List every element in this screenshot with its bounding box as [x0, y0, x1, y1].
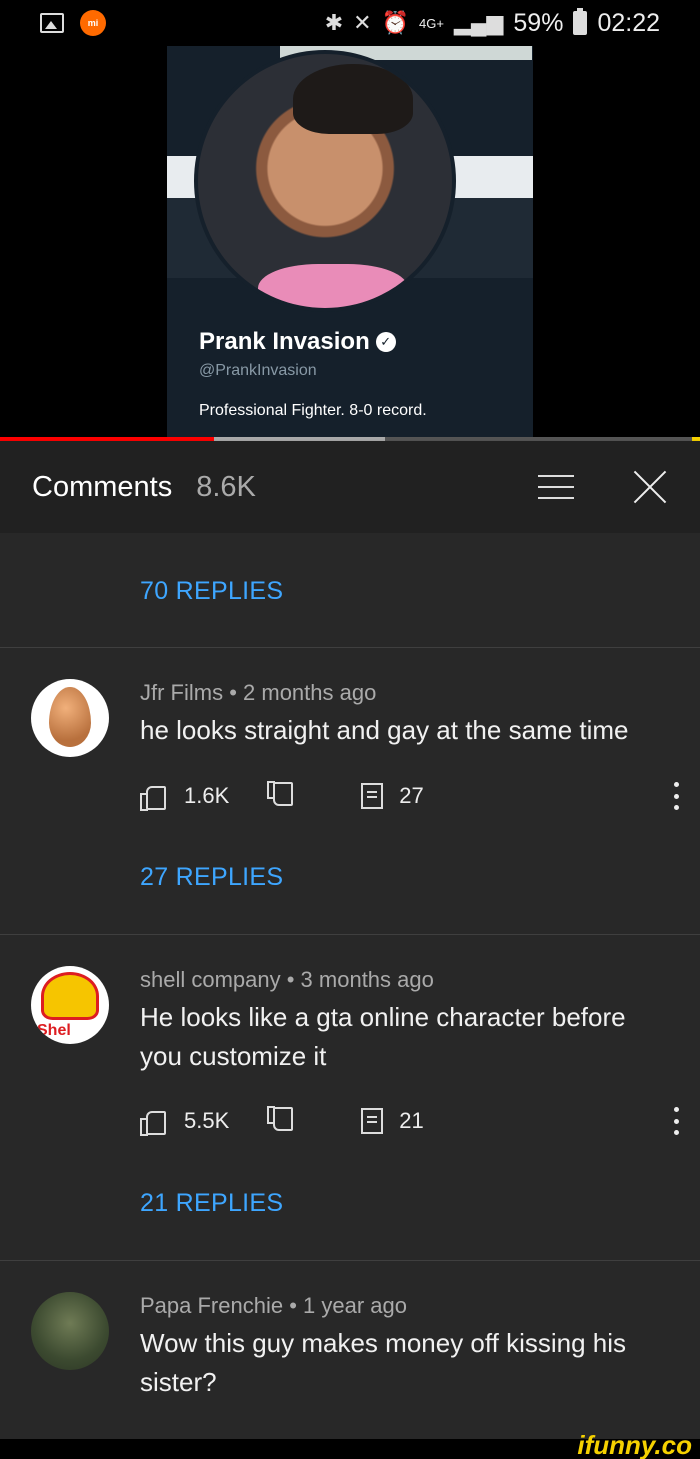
shell-avatar[interactable]: Shel	[31, 966, 109, 1044]
video-player[interactable]: Prank Invasion ✓ @PrankInvasion Professi…	[0, 46, 700, 438]
divider	[0, 1260, 700, 1261]
reply-icon[interactable]	[361, 783, 384, 809]
soldier-avatar[interactable]	[31, 1292, 109, 1370]
comments-title: Comments	[32, 470, 173, 503]
video-frame: Prank Invasion ✓ @PrankInvasion Professi…	[167, 46, 533, 438]
comment-actions: 1.6K 27	[140, 779, 680, 813]
reply-count: 21	[399, 1108, 424, 1133]
like-count: 1.6K	[184, 783, 230, 808]
comments-header: Comments 8.6K	[0, 441, 700, 533]
egg-image	[49, 687, 91, 747]
view-replies-button[interactable]: 27 REPLIES	[140, 863, 283, 892]
more-options-icon[interactable]	[674, 782, 680, 810]
mute-icon: ✕	[353, 10, 372, 35]
gallery-icon	[40, 13, 64, 33]
dislike-icon[interactable]	[267, 1109, 293, 1133]
divider	[0, 934, 700, 935]
profile-name: Prank Invasion ✓	[199, 328, 396, 356]
view-replies-button[interactable]: 21 REPLIES	[140, 1189, 283, 1218]
like-icon[interactable]	[140, 1109, 166, 1136]
view-replies-button[interactable]: 70 REPLIES	[140, 577, 283, 606]
network-type: 4G+	[419, 15, 444, 31]
comment-meta: shell company • 3 months ago	[140, 967, 434, 992]
egg-avatar[interactable]	[31, 679, 109, 757]
divider	[0, 647, 700, 648]
avatar-shirt	[258, 264, 408, 308]
profile-avatar	[194, 50, 456, 312]
like-count: 5.5K	[184, 1108, 230, 1133]
mi-icon: mi	[80, 10, 106, 36]
more-options-icon[interactable]	[674, 1107, 680, 1135]
comment-actions: 5.5K 21	[140, 1104, 680, 1138]
comments-list[interactable]: 70 REPLIES Jfr Films • 2 months ago he l…	[0, 533, 700, 1439]
profile-bio: Professional Fighter. 8-0 record.	[199, 402, 427, 419]
avatar-hair	[293, 64, 413, 134]
comment-text: He looks like a gta online character bef…	[140, 1002, 626, 1071]
comment-text: Wow this guy makes money off kissing his…	[140, 1328, 627, 1397]
signal-icon: ▂▄▆	[453, 10, 504, 35]
comment-meta: Papa Frenchie • 1 year ago	[140, 1293, 407, 1318]
sort-filter-icon[interactable]	[538, 471, 574, 503]
bluetooth-icon: ✱	[324, 10, 344, 35]
reply-count: 27	[399, 783, 424, 808]
battery-percent: 59%	[513, 8, 564, 37]
reply-icon[interactable]	[361, 1108, 384, 1134]
status-bar: mi ✱ ✕ ⏰ 4G+ ▂▄▆ 59% 02:22	[0, 0, 700, 46]
comments-count: 8.6K	[196, 470, 256, 503]
shell-logo-text: Shel	[37, 1022, 71, 1039]
battery-icon	[573, 8, 588, 35]
profile-handle: @PrankInvasion	[199, 362, 317, 379]
verified-icon: ✓	[375, 332, 396, 352]
comment-meta: Jfr Films • 2 months ago	[140, 680, 377, 705]
profile-name-text: Prank Invasion	[199, 328, 370, 355]
like-icon[interactable]	[140, 784, 166, 811]
clock: 02:22	[597, 8, 660, 37]
alarm-icon: ⏰	[381, 10, 410, 35]
close-icon[interactable]	[632, 469, 668, 505]
dislike-icon[interactable]	[267, 784, 293, 808]
shell-logo-icon	[41, 972, 99, 1020]
ifunny-watermark: ifunny.co	[577, 1430, 692, 1459]
comment-text: he looks straight and gay at the same ti…	[140, 715, 629, 745]
